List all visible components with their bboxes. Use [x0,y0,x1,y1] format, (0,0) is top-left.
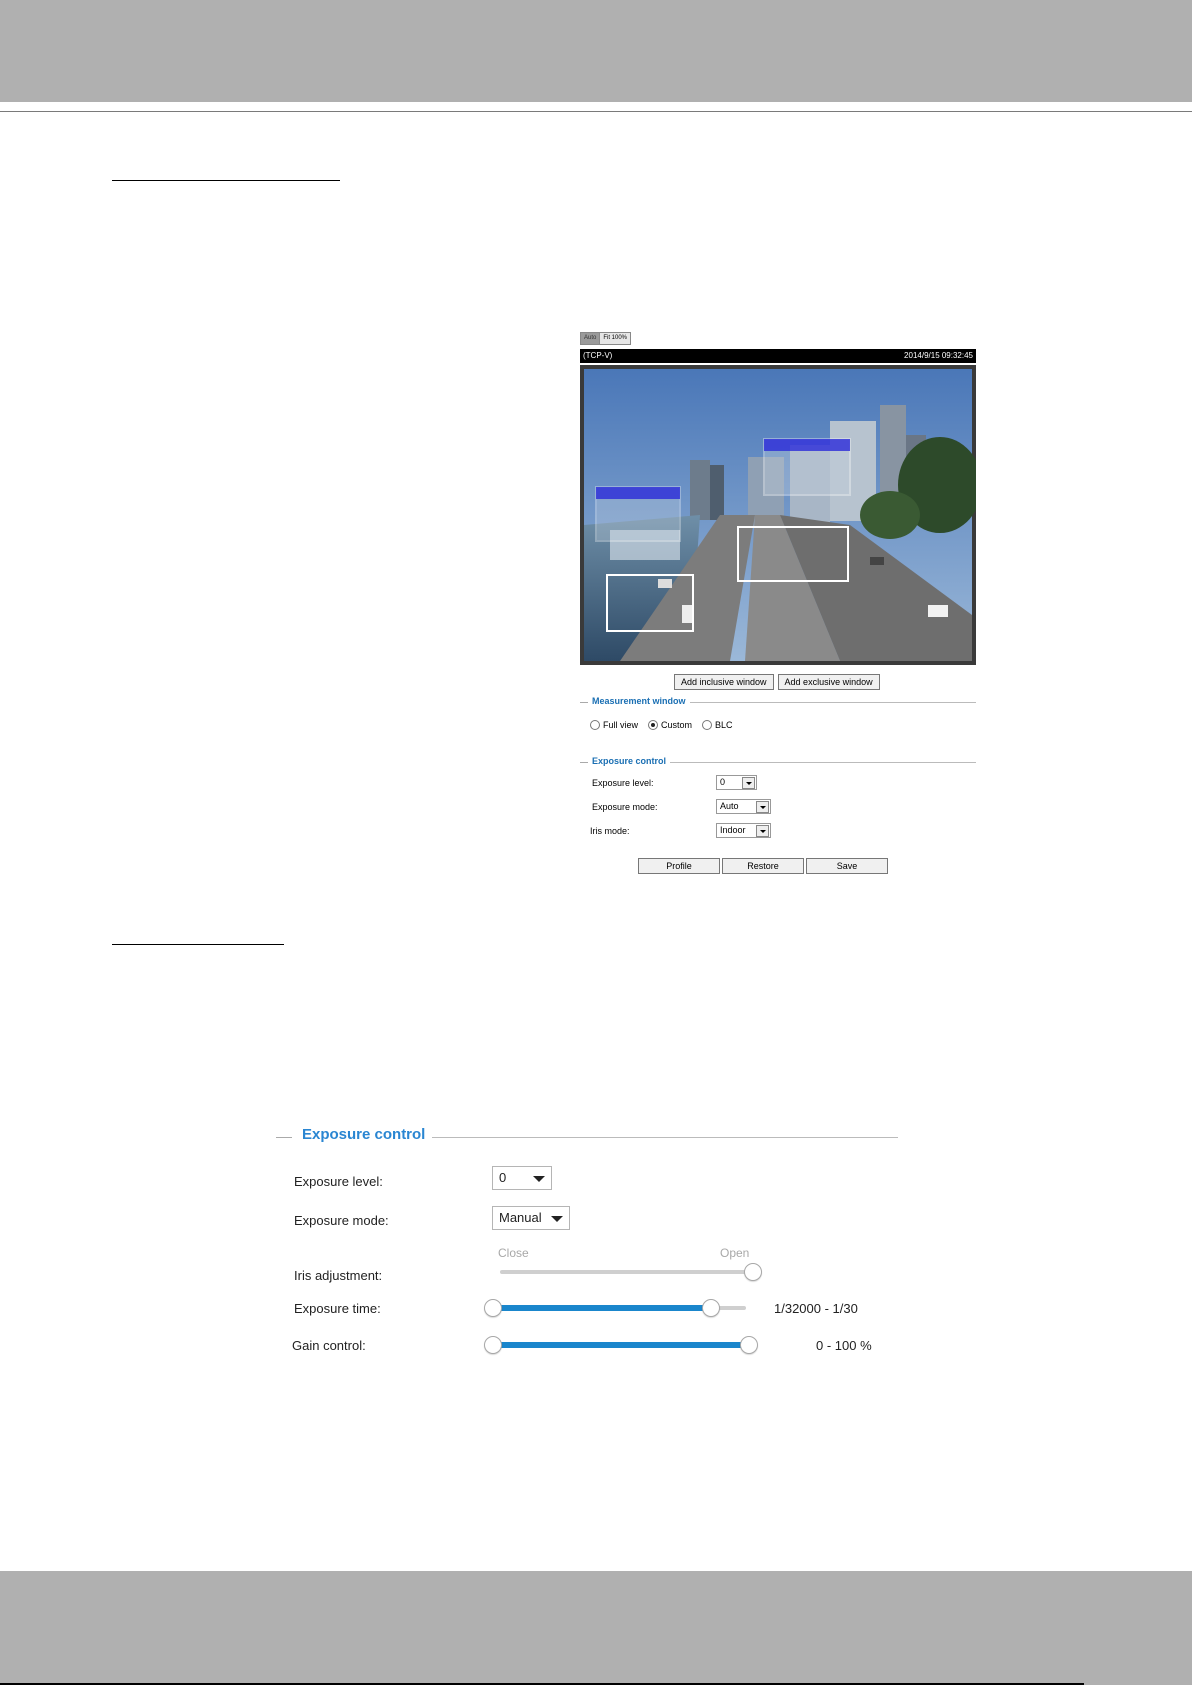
iris-open-caption: Open [720,1246,750,1260]
radio-icon [702,720,713,730]
exposure-control-legend-small: Exposure control [592,756,671,766]
exposure-control-legend: Exposure control [302,1126,426,1143]
view-auto-button[interactable]: Auto [581,333,601,344]
exposure-level-label: Exposure level: [294,1174,383,1189]
video-scene [580,365,976,665]
iris-slider-handle[interactable] [744,1263,762,1281]
add-inclusive-window-button[interactable]: Add inclusive window [674,674,774,690]
exposure-time-min-handle[interactable] [484,1299,502,1317]
exposure-mode-label: Exposure mode: [294,1213,389,1228]
iris-adjustment-label: Iris adjustment: [294,1268,383,1283]
save-button[interactable]: Save [806,858,888,874]
measurement-window-buttons: Add inclusive window Add exclusive windo… [674,674,880,690]
gain-slider-fill [492,1342,748,1348]
gain-control-label: Gain control: [292,1338,366,1353]
gain-min-handle[interactable] [484,1336,502,1354]
view-fit-button[interactable]: Fit 100% [600,333,630,344]
exposure-time-max-handle[interactable] [702,1299,721,1317]
iris-mode-select-small[interactable]: Indoor [716,823,771,838]
chevron-down-icon [756,825,769,837]
video-title-bar: (TCP-V) 2014/9/15 09:32:45 [580,349,976,363]
radio-selected-icon [648,720,659,730]
chevron-down-icon [551,1216,563,1222]
exposure-mode-select-small[interactable]: Auto [716,799,771,814]
timestamp: 2014/9/15 09:32:45 [904,351,973,360]
iris-mode-label-small: Iris mode: [590,826,630,836]
exposure-time-slider-fill [492,1305,711,1311]
radio-blc[interactable]: BLC [702,720,733,730]
exposure-mode-select[interactable]: Manual [492,1206,570,1230]
add-exclusive-window-button[interactable]: Add exclusive window [777,674,880,690]
radio-custom[interactable]: Custom [648,720,692,730]
exposure-level-select[interactable]: 0 [492,1166,552,1190]
chevron-down-icon [756,801,769,813]
measurement-window-legend: Measurement window [592,696,690,706]
live-video-view[interactable] [580,365,976,665]
section-heading-rule-1 [112,180,340,181]
exposure-time-label: Exposure time: [294,1301,381,1316]
chevron-down-icon [742,777,755,789]
radio-full-view[interactable]: Full view [590,720,638,730]
exposure-level-select-small[interactable]: 0 [716,775,757,790]
iris-slider-track[interactable] [500,1270,752,1274]
exposure-control-panel: Exposure control Exposure level: 0 Expos… [276,1126,898,1356]
profile-button[interactable]: Profile [638,858,720,874]
radio-icon [590,720,600,730]
gain-range: 0 - 100 % [816,1338,872,1353]
iris-close-caption: Close [498,1246,529,1260]
section-heading-rule-2 [112,944,284,945]
measurement-radio-group: Full view Custom BLC [590,720,733,730]
stream-label: (TCP-V) [583,351,613,360]
exposure-mode-label-small: Exposure mode: [592,802,658,812]
measurement-window-fieldset: Measurement window [580,696,976,708]
exposure-control-fieldset-small: Exposure control [580,756,976,768]
chevron-down-icon [533,1176,545,1182]
page-header-bar [0,0,1192,102]
gain-max-handle[interactable] [740,1336,758,1354]
page-footer-bar [0,1571,1192,1685]
header-divider [0,111,1192,112]
restore-button[interactable]: Restore [722,858,804,874]
action-buttons: Profile Restore Save [638,858,888,874]
exposure-level-label-small: Exposure level: [592,778,654,788]
exposure-time-range: 1/32000 - 1/30 [774,1301,858,1316]
view-size-buttons: Auto Fit 100% [580,332,632,345]
